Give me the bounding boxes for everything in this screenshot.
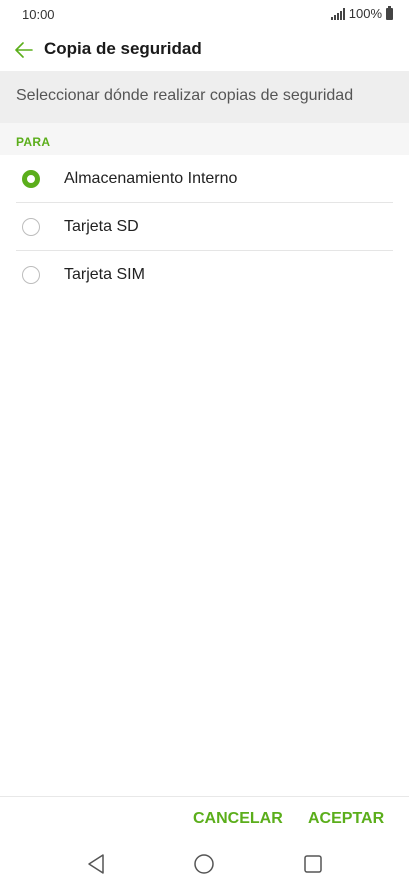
option-sd-card[interactable]: Tarjeta SD bbox=[0, 203, 409, 251]
signal-icon bbox=[330, 7, 345, 20]
cancel-button[interactable]: CANCELAR bbox=[193, 810, 283, 828]
nav-home-icon bbox=[194, 854, 214, 874]
page-title: Copia de seguridad bbox=[44, 39, 202, 58]
options-list: Almacenamiento Interno Tarjeta SD Tarjet… bbox=[0, 155, 409, 299]
option-label: Almacenamiento Interno bbox=[64, 170, 238, 187]
description-text: Seleccionar dónde realizar copias de seg… bbox=[16, 87, 354, 104]
battery-icon bbox=[386, 5, 393, 20]
status-time: 10:00 bbox=[22, 7, 55, 22]
radio-button[interactable] bbox=[22, 218, 40, 236]
status-bar: 10:00 100% bbox=[0, 0, 409, 28]
arrow-left-icon bbox=[15, 42, 33, 58]
nav-back-icon bbox=[88, 854, 104, 874]
description-band: Seleccionar dónde realizar copias de seg… bbox=[0, 71, 409, 123]
battery-percentage: 100% bbox=[348, 6, 382, 21]
section-header-label: PARA bbox=[16, 135, 51, 149]
option-sim-card[interactable]: Tarjeta SIM bbox=[0, 251, 409, 299]
radio-button[interactable] bbox=[22, 266, 40, 284]
radio-button[interactable] bbox=[22, 170, 40, 188]
status-indicators: 100% bbox=[330, 5, 393, 21]
section-header: PARA bbox=[0, 123, 409, 155]
nav-home-button[interactable] bbox=[192, 852, 216, 876]
option-label: Tarjeta SIM bbox=[64, 266, 145, 283]
action-bar: CANCELAR ACEPTAR bbox=[0, 796, 409, 843]
nav-recent-icon bbox=[304, 855, 322, 873]
option-internal-storage[interactable]: Almacenamiento Interno bbox=[0, 155, 409, 203]
navigation-bar bbox=[0, 842, 409, 888]
option-label: Tarjeta SD bbox=[64, 218, 139, 235]
nav-recent-button[interactable] bbox=[301, 852, 325, 876]
back-button[interactable] bbox=[8, 34, 40, 66]
app-bar: Copia de seguridad bbox=[0, 28, 409, 71]
accept-button[interactable]: ACEPTAR bbox=[308, 810, 384, 828]
nav-back-button[interactable] bbox=[84, 852, 108, 876]
